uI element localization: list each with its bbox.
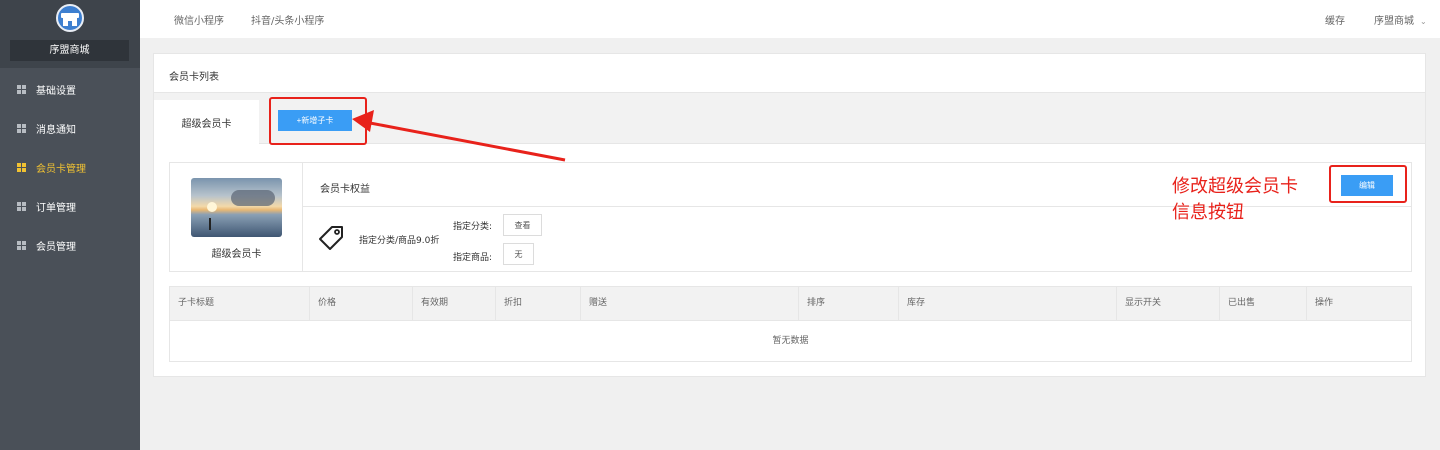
tab-super-member-card[interactable]: 超级会员卡	[154, 100, 259, 144]
grid-icon	[17, 124, 26, 133]
column-header: 赠送	[581, 287, 799, 320]
card-preview: 超级会员卡	[170, 163, 303, 271]
sidebar-item-label: 消息通知	[36, 125, 76, 136]
tab-douyin-miniprogram[interactable]: 抖音/头条小程序	[251, 12, 324, 27]
column-header: 已出售	[1220, 287, 1307, 320]
tag-icon	[319, 226, 343, 250]
category-label: 指定分类:	[453, 222, 493, 232]
card-name: 超级会员卡	[211, 249, 262, 260]
sidebar-item-orders[interactable]: 订单管理	[0, 187, 140, 226]
annotation-line: 信息按钮	[1172, 202, 1244, 223]
sidebar-header: 序盟商城	[0, 0, 140, 68]
column-header: 有效期	[413, 287, 496, 320]
sidebar-item-label: 会员卡管理	[36, 164, 86, 175]
sub-card-table: 子卡标题 价格 有效期 折扣 赠送 排序 库存 显示开关 已出售 操作 暂无数据	[169, 286, 1412, 362]
table-header: 子卡标题 价格 有效期 折扣 赠送 排序 库存 显示开关 已出售 操作	[170, 287, 1411, 321]
grid-icon	[17, 85, 26, 94]
cache-button[interactable]: 缓存	[1325, 12, 1345, 27]
grid-icon	[17, 163, 26, 172]
column-header: 折扣	[496, 287, 581, 320]
sidebar-item-notifications[interactable]: 消息通知	[0, 109, 140, 148]
view-category-button[interactable]: 查看	[503, 214, 542, 236]
column-header: 价格	[310, 287, 413, 320]
shop-logo-icon	[56, 4, 84, 32]
user-name: 序盟商城	[1374, 16, 1414, 27]
page-title: 会员卡列表	[169, 72, 219, 83]
benefit-title: 会员卡权益	[320, 184, 370, 195]
discount-text: 指定分类/商品9.0折	[359, 236, 440, 246]
sidebar-item-label: 会员管理	[36, 242, 76, 253]
empty-state: 暂无数据	[772, 336, 809, 346]
card-tabbar: 超级会员卡 +新增子卡	[154, 93, 1425, 145]
sidebar: 序盟商城 基础设置 消息通知 会员卡管理 订单管理 会员管理	[0, 0, 140, 450]
annotation-line: 修改超级会员卡	[1172, 176, 1298, 197]
panel-header: 会员卡列表	[154, 54, 1425, 93]
card-image	[191, 178, 282, 237]
sidebar-item-label: 订单管理	[36, 203, 76, 214]
topbar: 微信小程序 抖音/头条小程序 缓存 序盟商城 ⌄	[140, 0, 1440, 38]
column-header: 操作	[1315, 298, 1334, 308]
sidebar-item-member-card[interactable]: 会员卡管理	[0, 148, 140, 187]
shop-name: 序盟商城	[10, 40, 129, 61]
column-header: 子卡标题	[170, 287, 310, 320]
grid-icon	[17, 241, 26, 250]
chevron-down-icon: ⌄	[1420, 17, 1427, 26]
add-sub-card-button[interactable]: +新增子卡	[278, 110, 352, 131]
goods-none-button[interactable]: 无	[503, 243, 534, 265]
user-menu[interactable]: 序盟商城 ⌄	[1374, 12, 1427, 27]
sidebar-item-members[interactable]: 会员管理	[0, 226, 140, 265]
column-header: 排序	[799, 287, 899, 320]
sidebar-item-label: 基础设置	[36, 86, 76, 97]
grid-icon	[17, 202, 26, 211]
goods-label: 指定商品:	[453, 253, 493, 263]
tab-wechat-miniprogram[interactable]: 微信小程序	[174, 12, 224, 27]
column-header: 显示开关	[1117, 287, 1220, 320]
sidebar-item-basic-settings[interactable]: 基础设置	[0, 70, 140, 109]
annotation-text: 修改超级会员卡 信息按钮	[1172, 174, 1332, 226]
edit-button-highlight	[1329, 165, 1407, 203]
column-header: 库存	[899, 287, 1117, 320]
